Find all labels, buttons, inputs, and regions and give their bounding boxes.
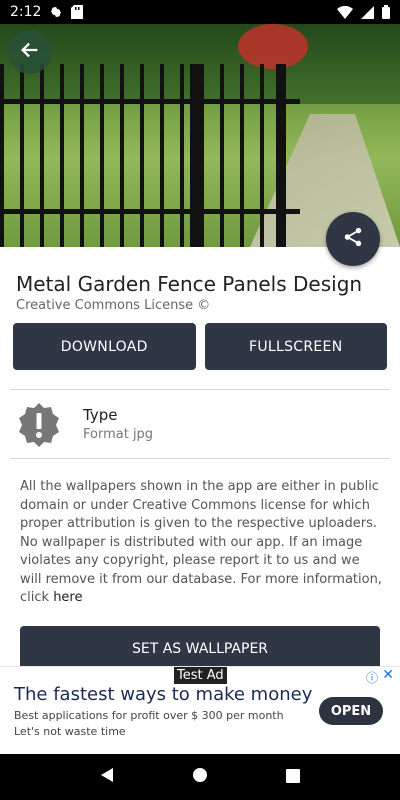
description-text: All the wallpapers shown in the app are … bbox=[20, 479, 382, 605]
ad-headline[interactable]: The fastest ways to make money bbox=[14, 684, 312, 705]
signal-icon bbox=[361, 5, 374, 19]
circle-home-icon bbox=[192, 767, 208, 787]
share-button[interactable] bbox=[326, 212, 380, 266]
wallpaper-detail-screen: 2:12 Metal Garden Fence Panels Design Cr… bbox=[0, 0, 400, 800]
arrow-left-icon bbox=[19, 39, 41, 65]
ad-info-icon[interactable]: ⓘ bbox=[366, 669, 378, 686]
system-nav-bar bbox=[0, 754, 400, 800]
alert-badge-icon bbox=[16, 402, 62, 448]
copyright-description: All the wallpapers shown in the app are … bbox=[20, 478, 382, 608]
ad-body: Best applications for profit over $ 300 … bbox=[14, 709, 284, 738]
type-label: Type bbox=[83, 406, 118, 424]
nav-back-button[interactable] bbox=[92, 762, 122, 792]
share-icon bbox=[342, 226, 364, 252]
wallpaper-preview-image[interactable] bbox=[0, 24, 400, 247]
sd-card-icon bbox=[71, 5, 84, 19]
more-info-link[interactable]: here bbox=[53, 590, 82, 605]
fullscreen-button[interactable]: FULLSCREEN bbox=[204, 323, 387, 370]
divider bbox=[10, 389, 390, 390]
status-bar: 2:12 bbox=[0, 0, 400, 24]
gear-icon bbox=[49, 5, 63, 19]
ad-open-button[interactable]: OPEN bbox=[319, 697, 383, 725]
test-ad-badge: Test Ad bbox=[174, 667, 227, 684]
ad-close-icon[interactable]: ✕ bbox=[382, 667, 394, 683]
wifi-icon bbox=[337, 5, 353, 19]
square-recents-icon bbox=[286, 768, 301, 787]
action-buttons: DOWNLOAD FULLSCREEN bbox=[13, 323, 387, 370]
download-button[interactable]: DOWNLOAD bbox=[13, 323, 196, 370]
divider bbox=[10, 458, 390, 459]
nav-home-button[interactable] bbox=[185, 762, 215, 792]
license-text: Creative Commons License © bbox=[16, 298, 211, 313]
status-time: 2:12 bbox=[10, 4, 42, 20]
battery-icon bbox=[382, 5, 390, 19]
triangle-back-icon bbox=[99, 767, 115, 787]
wallpaper-title: Metal Garden Fence Panels Design bbox=[16, 272, 363, 296]
nav-recents-button[interactable] bbox=[278, 762, 308, 792]
ad-banner[interactable]: Test Ad ⓘ ✕ The fastest ways to make mon… bbox=[0, 666, 400, 754]
back-button[interactable] bbox=[8, 30, 52, 74]
type-value: Format jpg bbox=[83, 427, 154, 442]
